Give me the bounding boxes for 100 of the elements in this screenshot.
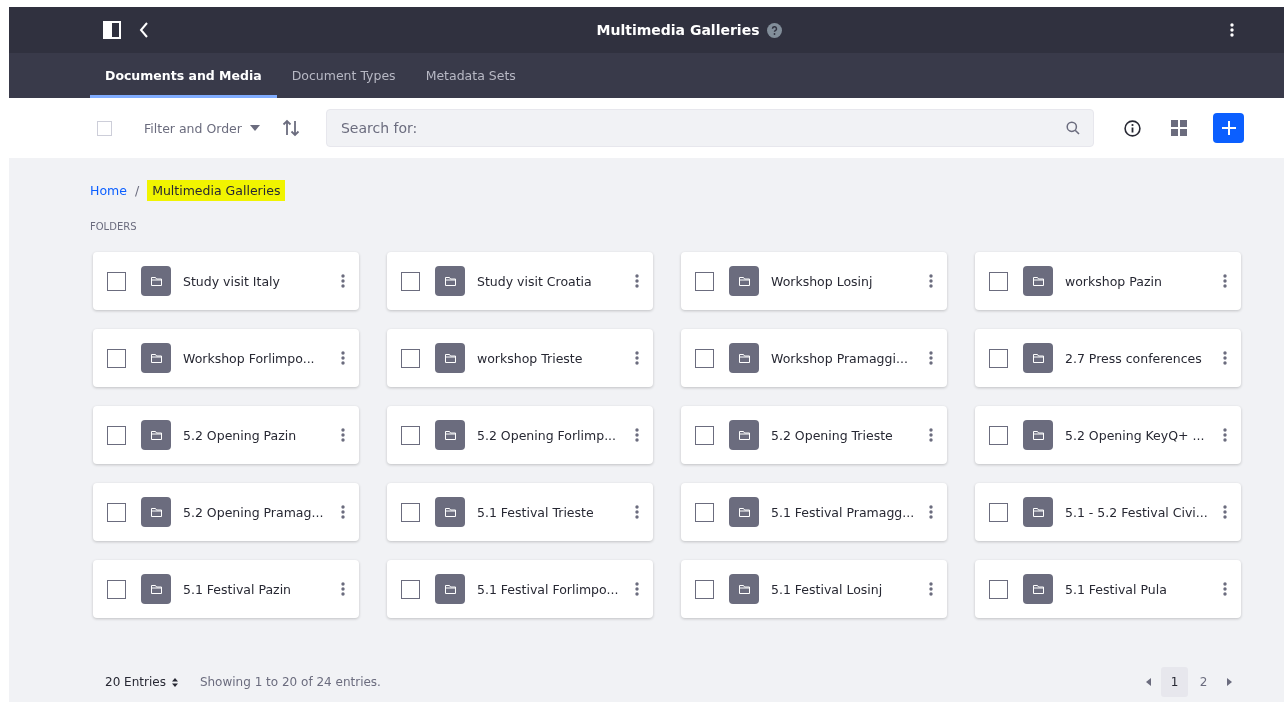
- previous-page-icon[interactable]: [1146, 678, 1151, 686]
- folder-card[interactable]: Workshop Pramaggi...: [681, 329, 947, 387]
- folder-icon: [729, 266, 759, 296]
- folder-icon: [435, 497, 465, 527]
- folder-icon: [141, 266, 171, 296]
- folder-card[interactable]: 2.7 Press conferences: [975, 329, 1241, 387]
- folder-card[interactable]: workshop Pazin: [975, 252, 1241, 310]
- folder-checkbox[interactable]: [401, 425, 420, 445]
- folder-checkbox[interactable]: [695, 502, 714, 522]
- folder-name: Study visit Italy: [183, 273, 281, 289]
- folder-icon: [141, 497, 171, 527]
- folder-name: Workshop Pramaggi...: [771, 350, 909, 366]
- folder-checkbox[interactable]: [695, 348, 714, 368]
- folder-checkbox[interactable]: [989, 579, 1008, 599]
- plus-icon[interactable]: [1220, 120, 1237, 136]
- folder-name: 5.2 Opening KeyQ+ ...: [1065, 427, 1206, 443]
- folder-icon: [1023, 420, 1053, 450]
- folder-checkbox[interactable]: [107, 271, 126, 291]
- back-icon[interactable]: [139, 22, 149, 38]
- folder-checkbox[interactable]: [989, 348, 1008, 368]
- folder-checkbox[interactable]: [107, 502, 126, 522]
- more-options-icon[interactable]: [1230, 23, 1234, 37]
- nav-tab[interactable]: Metadata Sets: [410, 53, 531, 98]
- caret-down-icon[interactable]: [249, 125, 260, 131]
- folder-icon: [729, 497, 759, 527]
- breadcrumb-link[interactable]: Home: [90, 182, 127, 198]
- folder-card[interactable]: Workshop Losinj: [681, 252, 947, 310]
- add-button[interactable]: [1213, 113, 1244, 143]
- folder-card[interactable]: 5.1 - 5.2 Festival Civi...: [975, 483, 1241, 541]
- folder-icon: [141, 343, 171, 373]
- folder-name: 5.1 - 5.2 Festival Civi...: [1065, 504, 1209, 520]
- folder-card[interactable]: 5.1 Festival Pula: [975, 560, 1241, 618]
- nav-tab[interactable]: Documents and Media: [90, 53, 277, 98]
- folder-icon: [435, 574, 465, 604]
- entries-summary: Showing 1 to 20 of 24 entries.: [199, 675, 381, 689]
- folder-card[interactable]: 5.2 Opening Forlimp...: [387, 406, 653, 464]
- folder-checkbox[interactable]: [107, 579, 126, 599]
- folder-icon: [435, 420, 465, 450]
- folder-checkbox[interactable]: [401, 502, 420, 522]
- next-page-icon[interactable]: [1227, 678, 1232, 686]
- folder-checkbox[interactable]: [695, 579, 714, 599]
- help-icon[interactable]: [767, 22, 783, 38]
- folder-checkbox[interactable]: [989, 502, 1008, 522]
- folder-card[interactable]: 5.2 Opening KeyQ+ ...: [975, 406, 1241, 464]
- folder-icon: [1023, 343, 1053, 373]
- nav-tab[interactable]: Document Types: [276, 53, 411, 98]
- folder-card[interactable]: Study visit Croatia: [387, 252, 653, 310]
- folder-card[interactable]: Study visit Italy: [93, 252, 359, 310]
- search-field[interactable]: Search for:: [325, 109, 1094, 147]
- folder-checkbox[interactable]: [401, 579, 420, 599]
- folder-name: Workshop Forlimpo...: [183, 350, 316, 366]
- folder-icon: [435, 343, 465, 373]
- folder-card[interactable]: 5.2 Opening Pazin: [93, 406, 359, 464]
- breadcrumb-current: Multimedia Galleries: [147, 179, 286, 201]
- folder-card[interactable]: 5.1 Festival Losinj: [681, 560, 947, 618]
- folder-icon: [729, 343, 759, 373]
- page-button[interactable]: 1: [1161, 667, 1188, 697]
- page-title: Multimedia Galleries: [596, 22, 760, 38]
- folder-checkbox[interactable]: [401, 271, 420, 291]
- folder-icon: [729, 420, 759, 450]
- folder-name: Workshop Losinj: [771, 273, 874, 289]
- folder-card[interactable]: workshop Trieste: [387, 329, 653, 387]
- folder-card[interactable]: 5.1 Festival Pramagg...: [681, 483, 947, 541]
- folder-checkbox[interactable]: [107, 348, 126, 368]
- select-all-checkbox[interactable]: [97, 120, 112, 136]
- search-icon[interactable]: [1066, 121, 1080, 135]
- sidebar-toggle-icon[interactable]: [103, 21, 121, 39]
- folder-card[interactable]: 5.1 Festival Trieste: [387, 483, 653, 541]
- folder-card[interactable]: 5.2 Opening Trieste: [681, 406, 947, 464]
- entries-dropdown[interactable]: 20 Entries: [105, 675, 178, 689]
- folder-name: 5.1 Festival Pazin: [183, 581, 293, 597]
- folder-name: 5.2 Opening Pramag...: [183, 504, 325, 520]
- breadcrumb-separator: /: [134, 182, 140, 198]
- folder-name: 5.2 Opening Forlimp...: [477, 427, 618, 443]
- filter-and-order-button[interactable]: Filter and Order: [138, 119, 266, 137]
- folder-icon: [729, 574, 759, 604]
- folder-checkbox[interactable]: [401, 348, 420, 368]
- sort-arrows-icon[interactable]: [171, 677, 178, 687]
- folder-icon: [141, 574, 171, 604]
- folder-name: 5.1 Festival Losinj: [771, 581, 884, 597]
- folder-checkbox[interactable]: [107, 425, 126, 445]
- folder-name: 5.1 Festival Trieste: [477, 504, 595, 520]
- page-button[interactable]: 2: [1190, 667, 1217, 697]
- folder-name: workshop Pazin: [1065, 273, 1163, 289]
- folder-checkbox[interactable]: [695, 425, 714, 445]
- folder-checkbox[interactable]: [989, 271, 1008, 291]
- folder-icon: [141, 420, 171, 450]
- folder-card[interactable]: 5.2 Opening Pramag...: [93, 483, 359, 541]
- folder-name: 5.2 Opening Trieste: [771, 427, 894, 443]
- folder-name: 5.1 Festival Pramagg...: [771, 504, 916, 520]
- folder-name: 5.1 Festival Pula: [1065, 581, 1168, 597]
- folder-card[interactable]: 5.1 Festival Forlimpo...: [387, 560, 653, 618]
- folder-icon: [1023, 266, 1053, 296]
- folder-card[interactable]: Workshop Forlimpo...: [93, 329, 359, 387]
- folder-card[interactable]: 5.1 Festival Pazin: [93, 560, 359, 618]
- folder-name: workshop Trieste: [477, 350, 584, 366]
- folder-checkbox[interactable]: [989, 425, 1008, 445]
- folder-icon: [1023, 497, 1053, 527]
- folder-name: Study visit Croatia: [477, 273, 593, 289]
- folder-checkbox[interactable]: [695, 271, 714, 291]
